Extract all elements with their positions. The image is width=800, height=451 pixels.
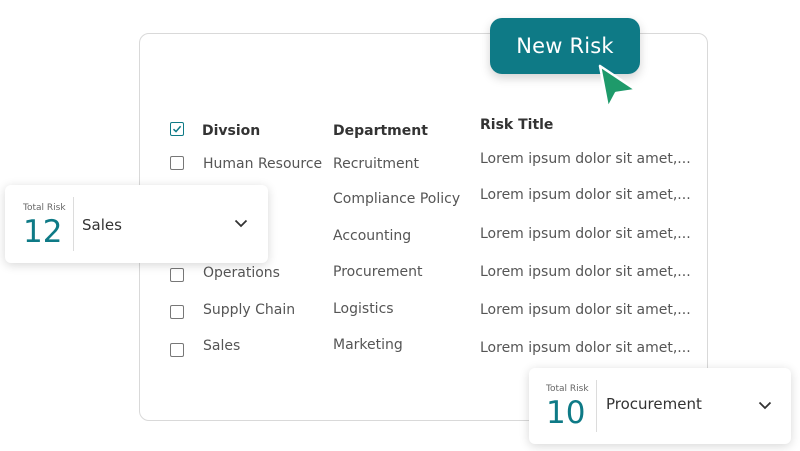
row-checkbox[interactable] bbox=[170, 268, 184, 282]
mouse-pointer-icon bbox=[598, 64, 638, 110]
row-division: Sales bbox=[203, 338, 241, 354]
row-risk-title[interactable]: Lorem ipsum dolor sit amet,... bbox=[480, 151, 691, 167]
total-risk-count: 10 bbox=[546, 395, 586, 431]
row-risk-title[interactable]: Lorem ipsum dolor sit amet,... bbox=[480, 340, 691, 356]
card-divider bbox=[596, 380, 597, 432]
total-risk-card-sales: Total Risk 12 Sales bbox=[5, 185, 268, 263]
row-risk-title[interactable]: Lorem ipsum dolor sit amet,... bbox=[480, 226, 691, 242]
total-risk-card-procurement: Total Risk 10 Procurement bbox=[529, 368, 791, 444]
row-department: Compliance Policy bbox=[333, 191, 461, 207]
row-department: Procurement bbox=[333, 264, 423, 280]
header-division[interactable]: Divsion bbox=[202, 123, 260, 139]
row-division: Operations bbox=[203, 265, 280, 281]
header-risk-title[interactable]: Risk Title bbox=[480, 117, 553, 133]
row-department: Recruitment bbox=[333, 156, 420, 172]
row-division: Human Resource bbox=[203, 156, 323, 172]
row-division: Supply Chain bbox=[203, 302, 296, 318]
total-risk-count: 12 bbox=[23, 214, 63, 250]
total-risk-caption: Total Risk bbox=[546, 384, 589, 394]
department-select-value[interactable]: Procurement bbox=[606, 395, 702, 413]
row-department: Marketing bbox=[333, 337, 403, 353]
total-risk-caption: Total Risk bbox=[23, 203, 66, 213]
row-risk-title[interactable]: Lorem ipsum dolor sit amet,... bbox=[480, 187, 691, 203]
card-divider bbox=[73, 197, 74, 251]
chevron-down-icon[interactable] bbox=[234, 219, 248, 228]
row-checkbox[interactable] bbox=[170, 343, 184, 357]
row-risk-title[interactable]: Lorem ipsum dolor sit amet,... bbox=[480, 264, 691, 280]
row-risk-title[interactable]: Lorem ipsum dolor sit amet,... bbox=[480, 302, 691, 318]
row-department: Logistics bbox=[333, 301, 394, 317]
chevron-down-icon[interactable] bbox=[758, 401, 772, 410]
row-checkbox[interactable] bbox=[170, 156, 184, 170]
row-department: Accounting bbox=[333, 228, 412, 244]
header-department[interactable]: Department bbox=[333, 123, 428, 139]
division-select-value[interactable]: Sales bbox=[82, 216, 122, 234]
row-checkbox[interactable] bbox=[170, 305, 184, 319]
select-all-checkbox[interactable] bbox=[170, 122, 184, 136]
